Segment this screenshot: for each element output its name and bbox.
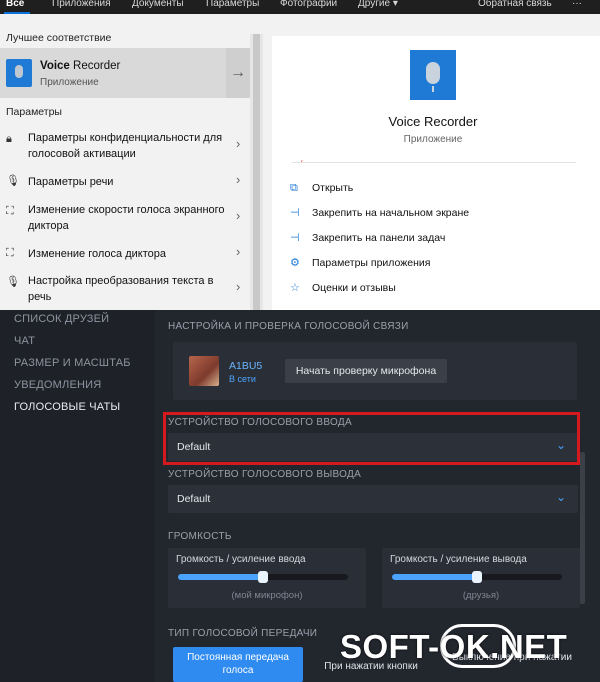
chevron-down-icon: ⌄ — [555, 490, 566, 504]
output-device-value: Default — [177, 493, 211, 505]
settings-item-label: Изменение голоса диктора — [28, 248, 166, 260]
input-volume-label: Громкость / усиление ввода — [176, 554, 306, 565]
start-mic-test-button[interactable]: Начать проверку микрофона — [285, 359, 447, 383]
nav-notifications[interactable]: УВЕДОМЛЕНИЯ — [14, 379, 101, 391]
app-detail-pane: Voice Recorder Приложение ˊ ⧉ Открыть ⊣ … — [272, 36, 600, 310]
settings-item-label: Настройка преобразования текста в речь — [28, 275, 214, 303]
screenshot-root: Все Приложения Документы Параметры Фотог… — [0, 0, 600, 682]
open-icon: ⧉ — [290, 182, 298, 194]
mode-label: Постоянная передача голоса — [187, 652, 289, 676]
best-match-name: Voice Recorder — [40, 60, 120, 72]
tab-apps[interactable]: Приложения — [52, 0, 111, 9]
output-volume-card: Громкость / усиление вывода (друзья) — [382, 548, 580, 608]
action-label: Параметры приложения — [312, 257, 431, 269]
best-match-type: Приложение — [40, 77, 99, 88]
app-subtitle: Приложение — [403, 134, 463, 145]
settings-item-label: Параметры конфиденциальности для голосов… — [28, 132, 223, 160]
settings-item-tts[interactable]: 🎙︎ Настройка преобразования текста в реч… — [0, 273, 250, 307]
best-match-heading: Лучшее соответствие — [6, 32, 112, 44]
gear-icon: ⚙ — [290, 257, 300, 269]
voice-recorder-app-icon — [6, 59, 32, 87]
chevron-down-icon: ▾ — [392, 0, 398, 9]
lock-icon: 🔒︎ — [6, 133, 12, 145]
volume-heading: ГРОМКОСТЬ — [168, 531, 232, 542]
detail-divider — [292, 162, 576, 163]
output-device-select[interactable]: Default ⌄ — [168, 485, 578, 513]
settings-scrollbar[interactable] — [580, 452, 585, 604]
output-volume-hint: (друзья) — [462, 590, 500, 601]
best-match-name-rest: Recorder — [69, 60, 121, 72]
input-volume-hint: (мой микрофон) — [231, 590, 303, 601]
windows-search-panel: Все Приложения Документы Параметры Фотог… — [0, 0, 600, 310]
input-volume-slider[interactable] — [178, 571, 348, 583]
settings-item-speech[interactable]: 🎙︎ Параметры речи › — [0, 172, 250, 192]
tab-docs[interactable]: Документы — [132, 0, 184, 9]
chevron-right-icon: › — [236, 208, 241, 223]
mode-continuous[interactable]: Постоянная передача голоса — [173, 647, 303, 682]
pin-icon: ⊣ — [290, 207, 300, 219]
voice-recorder-large-icon — [410, 50, 456, 100]
pin-icon: ⊣ — [290, 232, 300, 244]
avatar — [189, 356, 219, 386]
nav-voice-chats[interactable]: ГОЛОСОВЫЕ ЧАТЫ — [14, 401, 120, 413]
settings-heading: Параметры — [6, 106, 62, 118]
highlight-box — [163, 412, 580, 465]
open-arrow-icon[interactable]: → — [226, 48, 250, 98]
best-match-name-bold: Voice — [40, 60, 70, 72]
chevron-right-icon: › — [236, 172, 241, 187]
watermark-logo: SOFT-OK.NET — [340, 628, 568, 665]
output-volume-thumb[interactable] — [472, 571, 482, 583]
tab-other-label: Другие — [358, 0, 391, 9]
microphone-icon: 🎙︎ — [6, 175, 20, 187]
settings-item-narrator-voice[interactable]: ⛶ Изменение голоса диктора › — [0, 244, 250, 264]
chevron-right-icon: › — [236, 136, 241, 151]
transmission-heading: ТИП ГОЛОСОВОЙ ПЕРЕДАЧИ — [168, 628, 318, 639]
action-label: Закрепить на панели задач — [312, 232, 446, 244]
input-volume-thumb[interactable] — [258, 571, 268, 583]
action-label: Открыть — [312, 182, 354, 194]
voice-check-card: A1BU5 В сети Начать проверку микрофона — [173, 342, 577, 400]
output-volume-fill — [392, 574, 477, 580]
star-icon: ☆ — [290, 282, 300, 294]
action-label: Оценки и отзывы — [312, 282, 396, 294]
output-device-label: УСТРОЙСТВО ГОЛОСОВОГО ВЫВОДА — [168, 469, 362, 480]
chevron-right-icon: › — [236, 279, 241, 294]
settings-item-label: Параметры речи — [28, 176, 114, 188]
output-volume-label: Громкость / усиление вывода — [390, 554, 527, 565]
results-list: Лучшее соответствие Voice Recorder Прило… — [0, 14, 250, 310]
red-mark: ˊ — [300, 160, 304, 171]
nav-chat[interactable]: ЧАТ — [14, 335, 35, 347]
input-volume-fill — [178, 574, 263, 580]
input-volume-card: Громкость / усиление ввода (мой микрофон… — [168, 548, 366, 608]
microphone-icon: 🎙︎ — [6, 276, 20, 288]
settings-item-narrator-speed[interactable]: ⛶ Изменение скорости голоса экранного ди… — [0, 202, 250, 236]
user-status: В сети — [229, 374, 256, 384]
output-volume-slider[interactable] — [392, 571, 562, 583]
settings-item-label: Изменение скорости голоса экранного дикт… — [28, 204, 225, 232]
search-tab-bar: Все Приложения Документы Параметры Фотог… — [0, 0, 600, 14]
user-name: A1BU5 — [229, 360, 263, 372]
action-label: Закрепить на начальном экране — [312, 207, 470, 219]
best-match-item[interactable]: Voice Recorder Приложение — [0, 48, 226, 98]
tab-other[interactable]: Другие ▾ — [358, 0, 398, 9]
more-options-icon[interactable]: ··· — [572, 0, 582, 9]
nav-friends-list[interactable]: СПИСОК ДРУЗЕЙ — [14, 313, 109, 325]
results-scrollbar-thumb[interactable] — [253, 34, 260, 310]
nav-size-scale[interactable]: РАЗМЕР И МАСШТАБ — [14, 357, 131, 369]
tab-settings[interactable]: Параметры — [206, 0, 259, 9]
tab-photos[interactable]: Фотографии — [280, 0, 337, 9]
feedback-link[interactable]: Обратная связь — [478, 0, 552, 9]
voice-check-heading: НАСТРОЙКА И ПРОВЕРКА ГОЛОСОВОЙ СВЯЗИ — [168, 321, 409, 332]
settings-item-voice-privacy[interactable]: 🔒︎ Параметры конфиденциальности для голо… — [0, 130, 250, 164]
tab-all[interactable]: Все — [6, 0, 24, 9]
chevron-right-icon: › — [236, 244, 241, 259]
app-title: Voice Recorder — [388, 114, 478, 129]
narrator-icon: ⛶ — [6, 247, 14, 259]
narrator-icon: ⛶ — [6, 205, 14, 217]
results-scrollbar[interactable] — [250, 34, 263, 310]
